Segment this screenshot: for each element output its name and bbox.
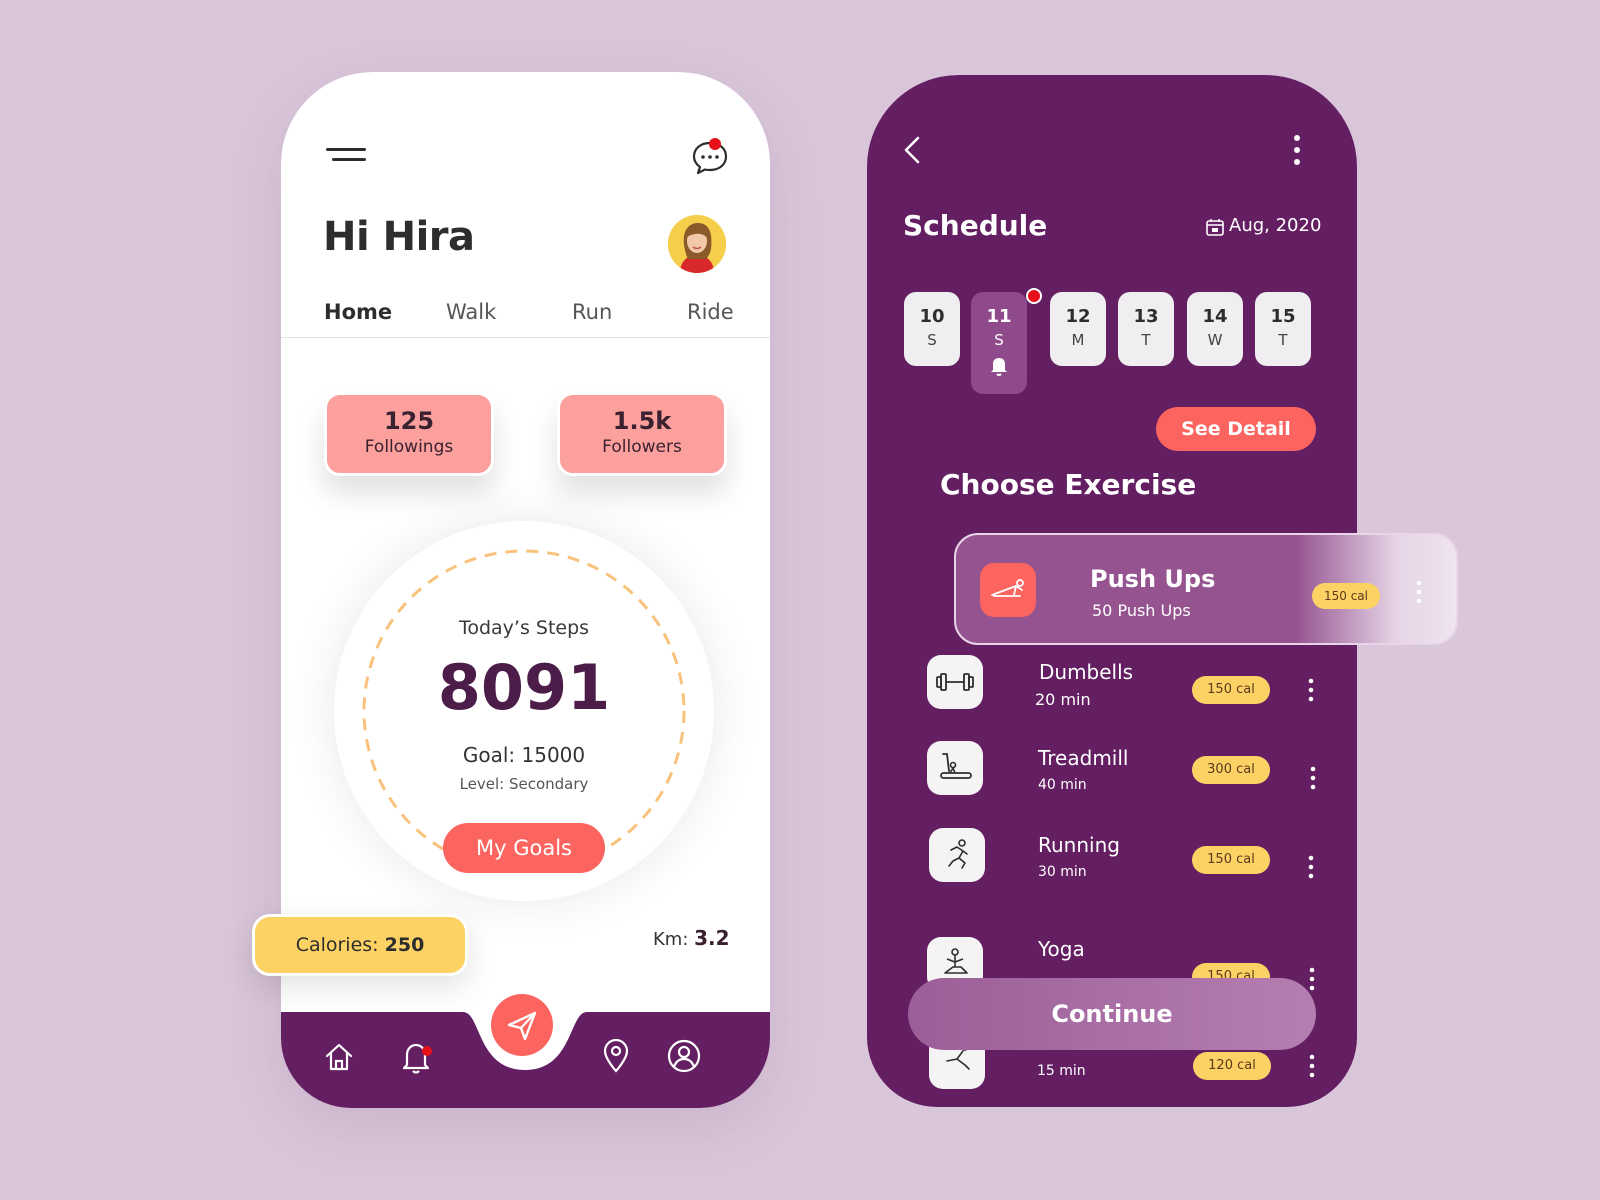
avatar[interactable]	[668, 215, 726, 273]
bell-icon[interactable]	[399, 1039, 433, 1075]
more-options-icon[interactable]	[1306, 854, 1316, 880]
more-options-icon[interactable]	[1307, 966, 1317, 992]
list-item-dumbells[interactable]: Dumbells 20 min 150 cal	[867, 655, 1357, 727]
back-arrow-icon[interactable]	[901, 135, 925, 165]
tab-ride[interactable]: Ride	[687, 300, 734, 324]
day-10[interactable]: 10 S	[904, 292, 960, 366]
month-selector[interactable]: Aug, 2020	[1203, 215, 1321, 236]
list-item-treadmill[interactable]: Treadmill 40 min 300 cal	[867, 741, 1357, 813]
exercise-name: Running	[1038, 833, 1120, 857]
more-options-icon[interactable]	[1414, 579, 1424, 605]
profile-icon[interactable]	[666, 1038, 702, 1074]
steps-goal: Goal: 15000	[462, 743, 586, 767]
day-number: 13	[1133, 306, 1159, 327]
day-number: 12	[1065, 306, 1091, 327]
followers-count: 1.5k	[612, 407, 672, 435]
calorie-badge: 120 cal	[1193, 1052, 1271, 1080]
exercise-duration: 15 min	[1037, 1063, 1086, 1079]
more-options-icon[interactable]	[1291, 133, 1303, 167]
schedule-title: Schedule	[903, 209, 1048, 242]
tab-home[interactable]: Home	[324, 300, 392, 324]
day-14[interactable]: 14 W	[1187, 292, 1243, 366]
calorie-badge: 150 cal	[1192, 676, 1270, 704]
tab-walk[interactable]: Walk	[446, 300, 496, 324]
followers-card[interactable]: 1.5k Followers	[557, 392, 727, 476]
calories-label: Calories:	[295, 934, 379, 956]
exercise-duration: 20 min	[1035, 690, 1091, 709]
followers-label: Followers	[602, 437, 682, 457]
more-options-icon[interactable]	[1306, 677, 1316, 703]
day-11-selected[interactable]: 11 S	[971, 292, 1027, 394]
day-number: 14	[1202, 306, 1228, 327]
day-15[interactable]: 15 T	[1255, 292, 1311, 366]
location-pin-icon[interactable]	[601, 1037, 631, 1075]
continue-button[interactable]: Continue	[908, 978, 1316, 1050]
exercise-name: Treadmill	[1038, 746, 1129, 770]
exercise-duration: 30 min	[1038, 864, 1087, 880]
day-letter: W	[1207, 331, 1223, 349]
calorie-badge: 150 cal	[1312, 583, 1380, 609]
calories-value: 250	[384, 934, 425, 956]
day-13[interactable]: 13 T	[1118, 292, 1174, 366]
bell-notification-dot	[422, 1046, 432, 1056]
featured-exercise-card[interactable]: Push Ups 50 Push Ups 150 cal	[954, 533, 1458, 645]
day-letter: S	[994, 331, 1004, 349]
calorie-badge: 150 cal	[1192, 846, 1270, 874]
activity-tabs: Home Walk Run Ride	[281, 300, 770, 338]
day-letter: T	[1141, 331, 1151, 349]
exercise-name: Yoga	[1038, 937, 1085, 961]
month-label: Aug, 2020	[1229, 215, 1322, 236]
choose-exercise-title: Choose Exercise	[940, 468, 1197, 501]
push-up-icon	[980, 563, 1036, 617]
greeting-title: Hi Hira	[323, 214, 475, 260]
bell-icon	[991, 358, 1007, 376]
followings-card[interactable]: 125 Followings	[324, 392, 494, 476]
steps-level: Level: Secondary	[459, 775, 589, 793]
day-number: 10	[919, 306, 945, 327]
steps-title: Today’s Steps	[458, 617, 590, 639]
km-label: Km:	[653, 929, 689, 950]
day-letter: T	[1278, 331, 1288, 349]
followings-count: 125	[383, 407, 435, 435]
running-icon	[929, 828, 985, 882]
my-goals-button[interactable]: My Goals	[443, 823, 605, 873]
day-number: 11	[986, 306, 1012, 327]
home-icon[interactable]	[322, 1040, 356, 1074]
more-options-icon[interactable]	[1308, 765, 1318, 791]
day-number: 15	[1270, 306, 1296, 327]
calories-badge: Calories: 250	[252, 914, 468, 976]
exercise-name: Dumbells	[1039, 660, 1134, 684]
km-readout: Km: 3.2	[653, 926, 730, 950]
exercise-duration: 40 min	[1038, 777, 1087, 793]
see-detail-button[interactable]: See Detail	[1156, 407, 1316, 451]
notification-dot	[709, 138, 721, 150]
tab-run[interactable]: Run	[572, 300, 612, 324]
more-options-icon[interactable]	[1307, 1053, 1317, 1079]
followings-label: Followings	[364, 437, 454, 457]
hamburger-menu-icon[interactable]	[326, 146, 370, 168]
calorie-badge: 300 cal	[1192, 756, 1270, 784]
day-12[interactable]: 12 M	[1050, 292, 1106, 366]
featured-exercise-name: Push Ups	[1090, 565, 1216, 593]
list-item-running[interactable]: Running 30 min 150 cal	[867, 828, 1357, 900]
day-notification-dot	[1026, 288, 1042, 304]
featured-exercise-sub: 50 Push Ups	[1092, 601, 1191, 620]
steps-value: 8091	[437, 651, 611, 724]
dumbbell-icon	[927, 655, 983, 709]
day-letter: M	[1071, 331, 1085, 349]
km-value: 3.2	[694, 926, 730, 950]
day-letter: S	[927, 331, 937, 349]
send-button[interactable]	[491, 994, 553, 1056]
send-icon	[507, 1011, 537, 1041]
treadmill-icon	[927, 741, 983, 795]
